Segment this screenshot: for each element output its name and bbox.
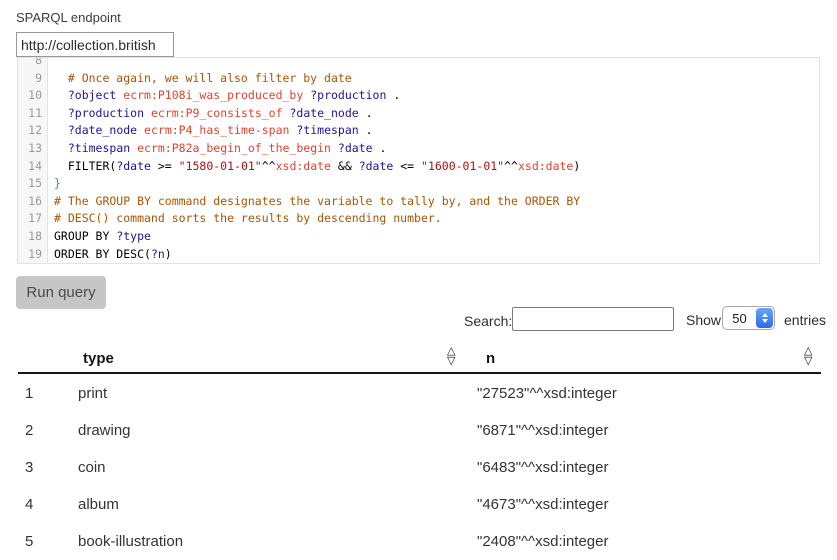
table-row: 3 coin "6483"^^xsd:integer [0, 449, 837, 486]
row-index: 5 [25, 523, 33, 560]
chevron-down-icon [762, 319, 768, 323]
endpoint-input[interactable] [16, 32, 174, 57]
row-index: 3 [25, 449, 33, 486]
type-column-header[interactable]: type [83, 350, 114, 367]
code-line: 12 ?date_node ecrm:P4_has_time-span ?tim… [18, 122, 819, 140]
code-text: ?timespan ecrm:P82a_begin_of_the_begin ?… [47, 140, 386, 158]
line-number: 19 [18, 246, 47, 264]
table-row: 1 print "27523"^^xsd:integer [0, 375, 837, 412]
line-number: 16 [18, 193, 47, 211]
code-line: 8 [18, 57, 819, 70]
code-line: 19ORDER BY DESC(?n) [18, 246, 819, 264]
code-line: 9 # Once again, we will also filter by d… [18, 70, 819, 88]
code-text [47, 57, 54, 70]
table-row: 4 album "4673"^^xsd:integer [0, 486, 837, 523]
code-line: 16# The GROUP BY command designates the … [18, 193, 819, 211]
page-size-select[interactable]: 50 [722, 306, 775, 330]
type-cell: coin [78, 449, 106, 486]
type-cell: print [78, 375, 107, 412]
sort-desc-icon: ▽ [804, 356, 812, 366]
row-index: 4 [25, 486, 33, 523]
line-number: 17 [18, 210, 47, 228]
code-line: 15} [18, 175, 819, 193]
code-text: ?production ecrm:P9_consists_of ?date_no… [47, 105, 373, 123]
table-header-rule [18, 372, 821, 374]
search-input[interactable] [512, 307, 674, 331]
code-text: GROUP BY ?type [47, 228, 151, 246]
line-number: 10 [18, 87, 47, 105]
line-number: 18 [18, 228, 47, 246]
type-cell: drawing [78, 412, 131, 449]
line-number: 12 [18, 122, 47, 140]
endpoint-label: SPARQL endpoint [16, 10, 121, 25]
chevron-up-icon [762, 313, 768, 317]
code-text: ?date_node ecrm:P4_has_time-span ?timesp… [47, 122, 373, 140]
code-line: 10 ?object ecrm:P108i_was_produced_by ?p… [18, 87, 819, 105]
line-number: 11 [18, 105, 47, 123]
line-number: 15 [18, 175, 47, 193]
line-number: 8 [18, 57, 47, 70]
page-size-value: 50 [723, 307, 756, 329]
n-cell: "4673"^^xsd:integer [477, 486, 608, 523]
code-line: 11 ?production ecrm:P9_consists_of ?date… [18, 105, 819, 123]
code-text: # The GROUP BY command designates the va… [47, 193, 580, 211]
type-cell: book-illustration [78, 523, 183, 560]
sort-icon-n[interactable]: △ ▽ [804, 346, 812, 366]
code-text: FILTER(?date >= "1580-01-01"^^xsd:date &… [47, 158, 580, 176]
search-label: Search: [464, 313, 512, 329]
line-number: 13 [18, 140, 47, 158]
code-line: 13 ?timespan ecrm:P82a_begin_of_the_begi… [18, 140, 819, 158]
up-down-chevrons-icon [756, 308, 773, 328]
code-lines: 89 # Once again, we will also filter by … [18, 57, 819, 263]
code-line: 14 FILTER(?date >= "1580-01-01"^^xsd:dat… [18, 158, 819, 176]
n-cell: "2408"^^xsd:integer [477, 523, 608, 560]
n-column-header[interactable]: n [486, 350, 495, 367]
code-text: ?object ecrm:P108i_was_produced_by ?prod… [47, 87, 400, 105]
table-row: 2 drawing "6871"^^xsd:integer [0, 412, 837, 449]
table-body: 1 print "27523"^^xsd:integer 2 drawing "6871"… [0, 375, 837, 560]
code-text: ORDER BY DESC(?n) [47, 246, 172, 264]
table-row: 5 book-illustration "2408"^^xsd:integer [0, 523, 837, 560]
n-cell: "6483"^^xsd:integer [477, 449, 608, 486]
line-number: 14 [18, 158, 47, 176]
code-text: # Once again, we will also filter by dat… [47, 70, 352, 88]
run-query-button[interactable]: Run query [16, 276, 106, 309]
type-cell: album [78, 486, 119, 523]
entries-label: entries [784, 312, 826, 328]
code-line: 17# DESC() command sorts the results by … [18, 210, 819, 228]
n-cell: "6871"^^xsd:integer [477, 412, 608, 449]
line-number: 9 [18, 70, 47, 88]
code-editor[interactable]: 89 # Once again, we will also filter by … [17, 57, 820, 264]
sort-desc-icon: ▽ [447, 356, 455, 366]
row-index: 1 [25, 375, 33, 412]
code-text: } [47, 175, 61, 193]
row-index: 2 [25, 412, 33, 449]
sort-icon-type[interactable]: △ ▽ [447, 346, 455, 366]
n-cell: "27523"^^xsd:integer [477, 375, 617, 412]
code-text: # DESC() command sorts the results by de… [47, 210, 442, 228]
show-entries-label: Show [686, 312, 721, 328]
code-line: 18GROUP BY ?type [18, 228, 819, 246]
